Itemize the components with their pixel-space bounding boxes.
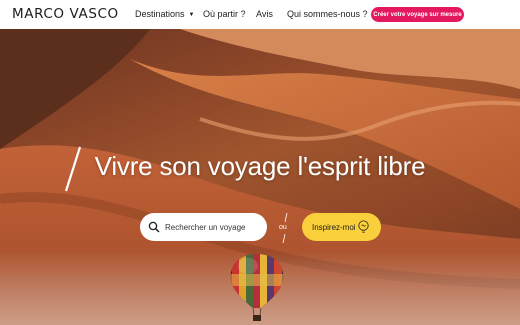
hot-air-balloon — [230, 254, 284, 321]
search-icon — [148, 221, 160, 233]
search-input[interactable]: Rechercher un voyage — [140, 213, 267, 241]
title-slash-decoration — [64, 146, 82, 192]
nav-qui-sommes-nous[interactable]: Qui sommes-nous ? — [287, 9, 368, 19]
nav-destinations[interactable]: Destinations ▼ — [135, 9, 194, 19]
inspire-me-label: Inspirez-moi — [312, 222, 356, 232]
nav-destinations-label: Destinations — [135, 9, 185, 19]
create-trip-button[interactable]: Créer votre voyage sur mesure — [371, 7, 464, 22]
caret-down-icon: ▼ — [188, 12, 195, 18]
site-header: MARCO VASCO Destinations ▼ Où partir ? Av… — [0, 0, 520, 29]
lightbulb-icon — [358, 220, 369, 233]
nav-avis[interactable]: Avis — [256, 9, 273, 19]
inspire-me-button[interactable]: Inspirez-moi — [302, 213, 381, 241]
logo[interactable]: MARCO VASCO — [12, 6, 119, 22]
hero-banner: Vivre son voyage l'esprit libre Recherch… — [0, 29, 520, 325]
or-separator: ou — [276, 212, 294, 244]
search-placeholder: Rechercher un voyage — [165, 222, 246, 232]
nav-ou-partir[interactable]: Où partir ? — [203, 9, 246, 19]
or-label: ou — [279, 224, 287, 231]
